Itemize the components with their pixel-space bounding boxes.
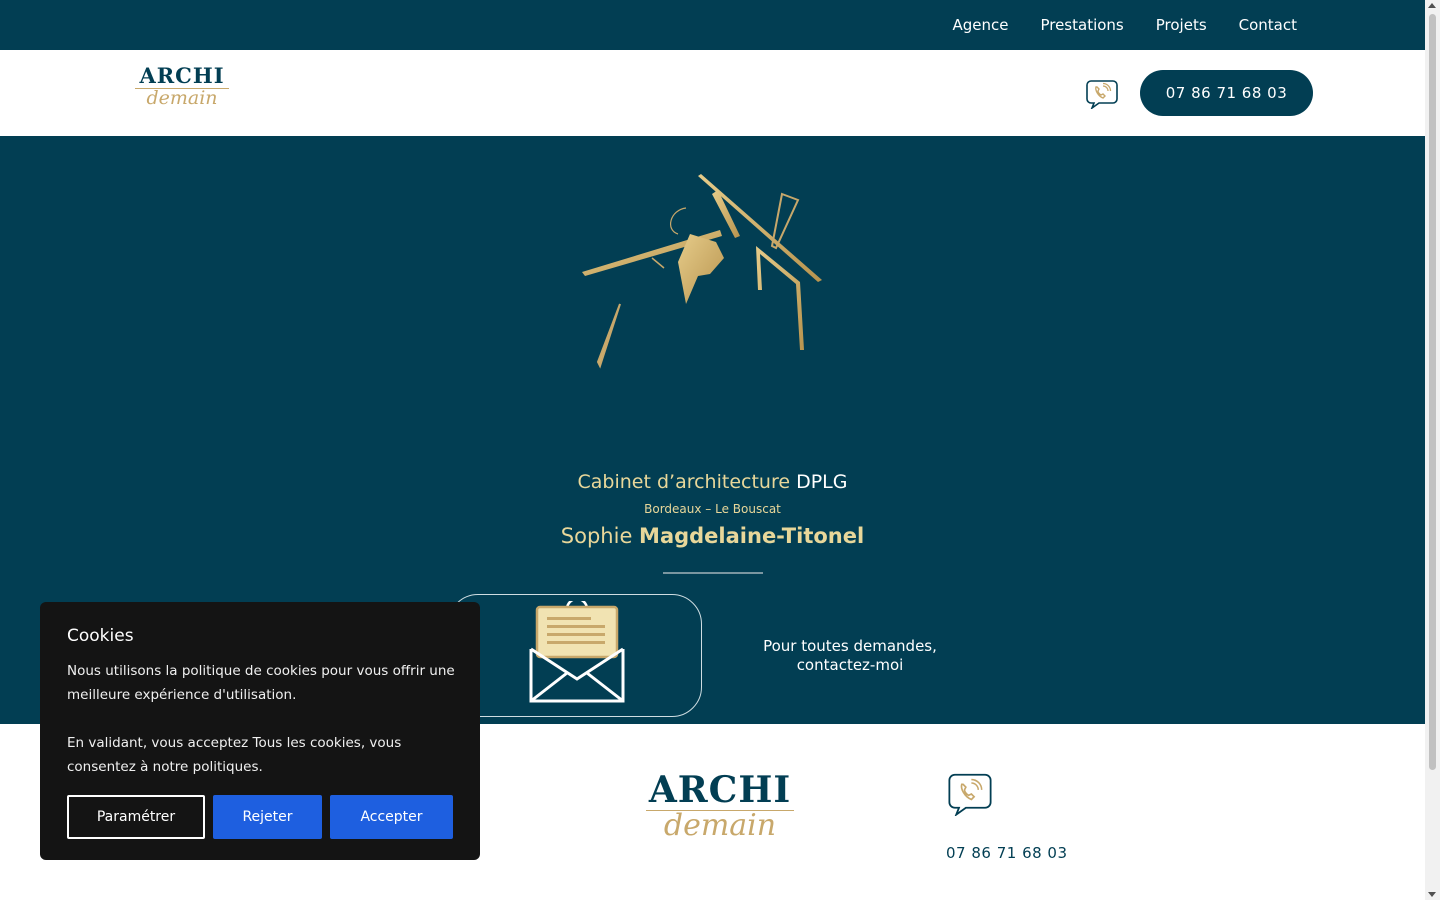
- site-header: ARCHI demain 07 86 71 68 03: [0, 50, 1425, 136]
- phone-call-button[interactable]: 07 86 71 68 03: [1140, 70, 1313, 116]
- hero-title-main: Cabinet d’architecture: [577, 471, 797, 493]
- cookie-reject-button[interactable]: Rejeter: [213, 795, 322, 839]
- nav-item-contact[interactable]: Contact: [1239, 16, 1297, 34]
- hero-divider: [663, 572, 763, 574]
- cookie-settings-button[interactable]: Paramétrer: [67, 795, 205, 839]
- logo-archi-text: ARCHI: [139, 63, 225, 88]
- footer-logo-demain-text: demain: [663, 808, 777, 843]
- architecture-sketch-icon: [570, 170, 840, 370]
- page-scrollbar[interactable]: [1425, 0, 1440, 900]
- contact-invite-text: Pour toutes demandes, contactez-moi: [750, 637, 950, 675]
- hero-subtitle: Bordeaux – Le Bouscat: [644, 502, 781, 516]
- contact-line-2: contactez-moi: [796, 656, 904, 674]
- architect-first-name: Sophie: [560, 524, 640, 548]
- architect-name: Sophie Magdelaine-Titonel: [0, 524, 1425, 548]
- contact-mail-card[interactable]: [448, 594, 702, 717]
- envelope-letter-icon: [529, 597, 625, 705]
- cookie-text-1: Nous utilisons la politique de cookies p…: [67, 663, 455, 703]
- nav-item-projets[interactable]: Projets: [1156, 16, 1207, 34]
- hero-title: Cabinet d’architecture DPLG: [0, 471, 1425, 493]
- footer-logo[interactable]: ARCHI demain: [640, 770, 800, 856]
- scroll-down-icon[interactable]: [1428, 892, 1436, 897]
- scroll-up-icon[interactable]: [1428, 3, 1436, 8]
- cookie-title: Cookies: [67, 626, 134, 646]
- cookie-text-2: En validant, vous acceptez Tous les cook…: [67, 735, 402, 775]
- phone-bubble-icon[interactable]: [948, 772, 992, 818]
- nav-item-agence[interactable]: Agence: [952, 16, 1008, 34]
- nav-item-prestations[interactable]: Prestations: [1040, 16, 1123, 34]
- cookie-consent-dialog: Cookies Nous utilisons la politique de c…: [40, 602, 480, 860]
- architect-last-name: Magdelaine-Titonel: [639, 524, 865, 548]
- phone-bubble-icon[interactable]: [1086, 77, 1118, 111]
- scroll-thumb[interactable]: [1429, 14, 1436, 770]
- hero-title-accent: DPLG: [796, 471, 848, 493]
- logo-demain-text: demain: [146, 87, 218, 109]
- main-nav: Agence Prestations Projets Contact: [952, 0, 1297, 50]
- footer-phone-number[interactable]: 07 86 71 68 03: [946, 844, 1068, 862]
- cookie-accept-button[interactable]: Accepter: [330, 795, 453, 839]
- footer-logo-archi-text: ARCHI: [648, 769, 792, 811]
- contact-line-1: Pour toutes demandes,: [763, 637, 937, 655]
- site-logo[interactable]: ARCHI demain: [129, 64, 235, 122]
- top-nav-bar: Agence Prestations Projets Contact: [0, 0, 1425, 50]
